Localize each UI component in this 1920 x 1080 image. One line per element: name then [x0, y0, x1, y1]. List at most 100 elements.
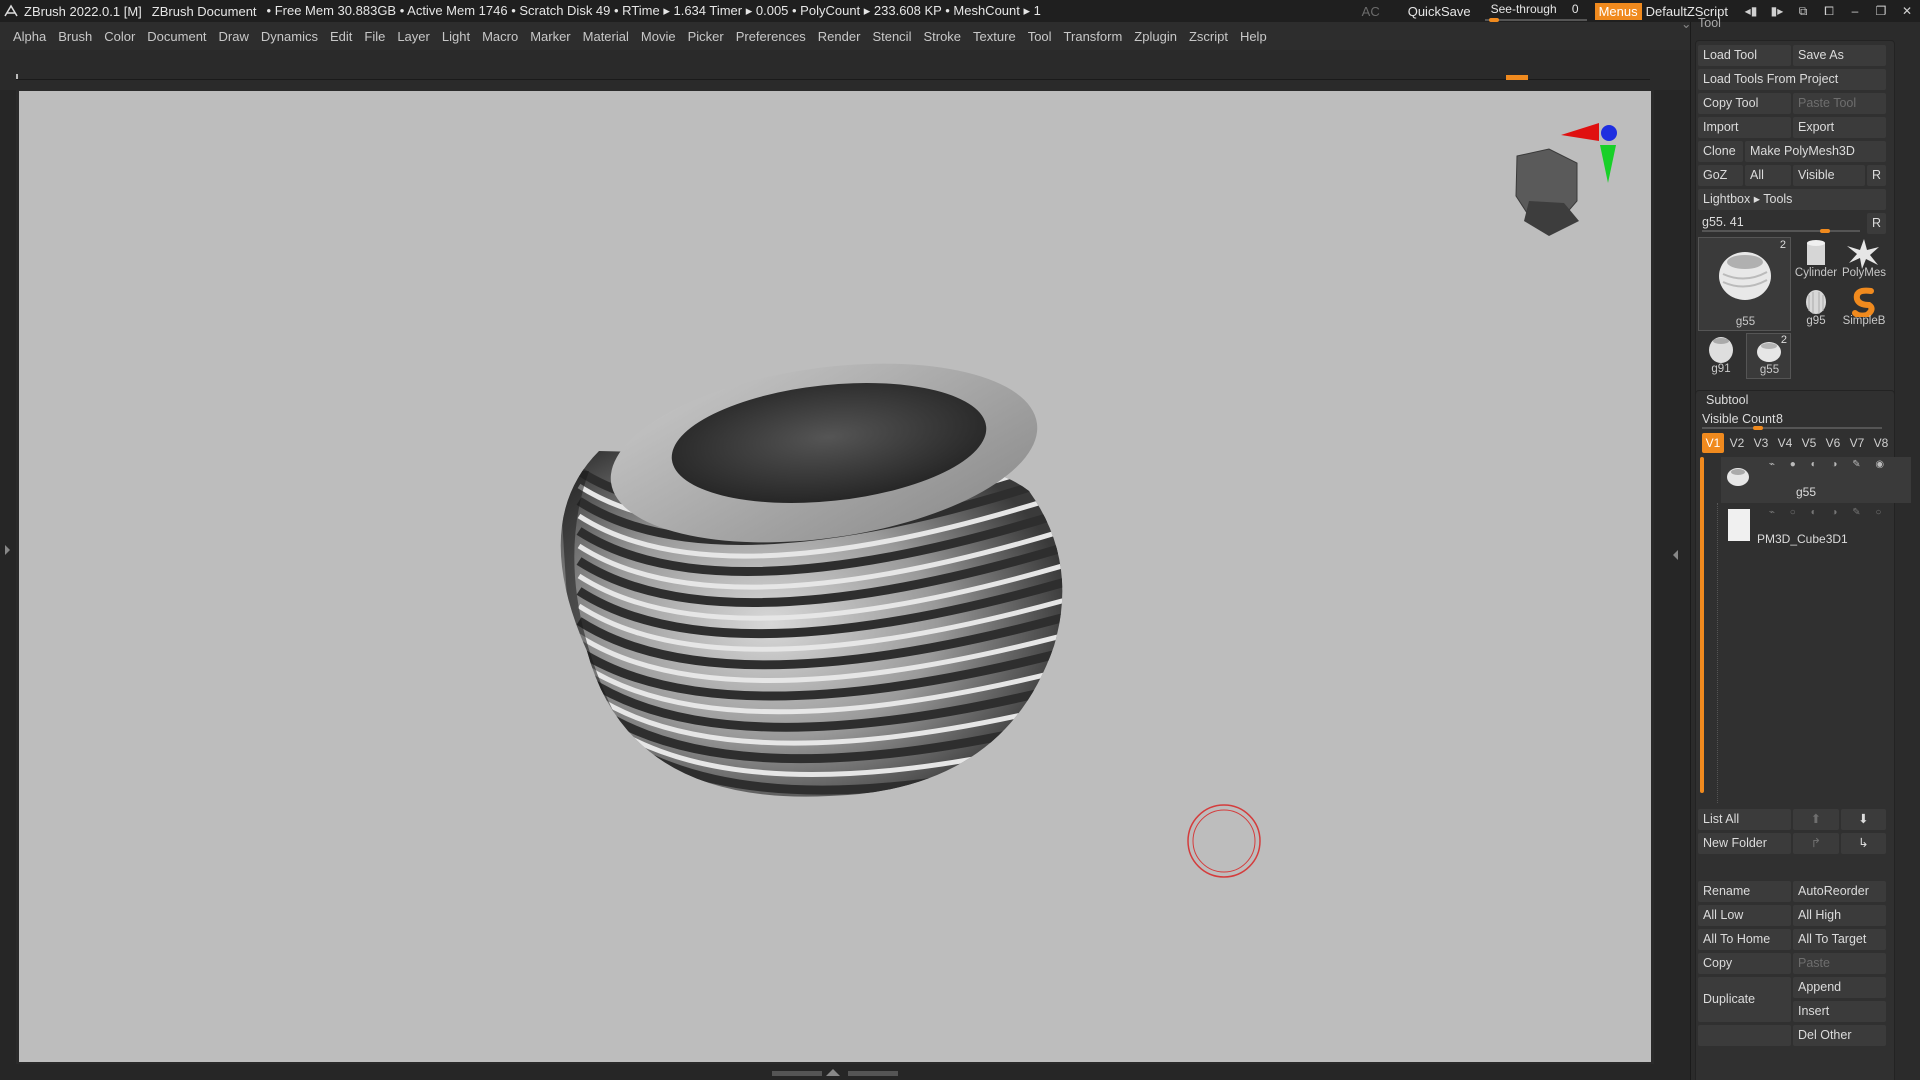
- subtool-settings-icons[interactable]: ⌁ ○ ◐ ◑ ✎ ○: [1769, 507, 1887, 518]
- import-button[interactable]: Import: [1698, 117, 1791, 138]
- tool-thumb-g55-large[interactable]: 2 g55: [1698, 237, 1791, 331]
- left-tray[interactable]: [0, 90, 16, 1080]
- mesh-vase[interactable]: [559, 339, 1069, 797]
- move-out-folder-icon[interactable]: ↱: [1793, 833, 1839, 854]
- subtool-scrollbar[interactable]: [1700, 457, 1704, 793]
- paste-subtool-button[interactable]: Paste: [1793, 953, 1886, 974]
- quicksave-button[interactable]: QuickSave: [1408, 4, 1471, 19]
- current-tool-slider[interactable]: g55. 41: [1698, 213, 1864, 234]
- ui-toggle-icon[interactable]: ⧠: [1816, 0, 1842, 22]
- menus-button[interactable]: Menus: [1594, 2, 1642, 20]
- make-polymesh-button[interactable]: Make PolyMesh3D: [1745, 141, 1886, 162]
- tool-thumb-g95[interactable]: g95: [1793, 285, 1839, 331]
- subtool-row-g55[interactable]: ⌁ ● ◐ ◑ ✎ ◉ g55: [1721, 457, 1911, 503]
- menu-zplugin[interactable]: Zplugin: [1134, 29, 1177, 44]
- shelf-marker[interactable]: [1506, 75, 1528, 80]
- menu-stroke[interactable]: Stroke: [923, 29, 961, 44]
- menu-macro[interactable]: Macro: [482, 29, 518, 44]
- menu-brush[interactable]: Brush: [58, 29, 92, 44]
- menu-layer[interactable]: Layer: [397, 29, 430, 44]
- menu-file[interactable]: File: [364, 29, 385, 44]
- rename-button[interactable]: Rename: [1698, 881, 1791, 902]
- navigation-gizmo[interactable]: [1515, 123, 1617, 236]
- tab-v2[interactable]: V2: [1726, 433, 1748, 453]
- menu-preferences[interactable]: Preferences: [736, 29, 806, 44]
- paste-tool-button[interactable]: Paste Tool: [1793, 93, 1886, 114]
- scroll-left-icon[interactable]: ◂▮: [1738, 0, 1764, 22]
- menu-light[interactable]: Light: [442, 29, 470, 44]
- menu-picker[interactable]: Picker: [688, 29, 724, 44]
- tool-thumb-simpleb[interactable]: SimpleB: [1841, 285, 1887, 331]
- goz-r-button[interactable]: R: [1867, 165, 1886, 186]
- all-low-button[interactable]: All Low: [1698, 905, 1791, 926]
- save-as-button[interactable]: Save As: [1793, 45, 1886, 66]
- menu-color[interactable]: Color: [104, 29, 135, 44]
- all-high-button[interactable]: All High: [1793, 905, 1886, 926]
- menu-transform[interactable]: Transform: [1064, 29, 1123, 44]
- close-icon[interactable]: ✕: [1894, 0, 1920, 22]
- copy-tool-button[interactable]: Copy Tool: [1698, 93, 1791, 114]
- layout-icon[interactable]: ⧉: [1790, 0, 1816, 22]
- all-to-home-button[interactable]: All To Home: [1698, 929, 1791, 950]
- menu-draw[interactable]: Draw: [219, 29, 249, 44]
- move-up-icon[interactable]: ⬆: [1793, 809, 1839, 830]
- tab-v4[interactable]: V4: [1774, 433, 1796, 453]
- goz-button[interactable]: GoZ: [1698, 165, 1743, 186]
- tab-v8[interactable]: V8: [1870, 433, 1892, 453]
- subtool-row-pm3d-cube[interactable]: ⌁ ○ ◐ ◑ ✎ ○ PM3D_Cube3D1: [1721, 505, 1911, 551]
- document-canvas[interactable]: [19, 91, 1651, 1062]
- menu-help[interactable]: Help: [1240, 29, 1267, 44]
- tab-v6[interactable]: V6: [1822, 433, 1844, 453]
- append-button[interactable]: Append: [1793, 977, 1886, 998]
- subtool-header[interactable]: Subtool: [1706, 393, 1748, 407]
- list-all-button[interactable]: List All: [1698, 809, 1791, 830]
- tab-v3[interactable]: V3: [1750, 433, 1772, 453]
- duplicate-button[interactable]: Duplicate: [1698, 977, 1791, 1022]
- ac-toggle[interactable]: AC: [1362, 4, 1380, 19]
- tool-r-button[interactable]: R: [1867, 213, 1886, 234]
- menu-stencil[interactable]: Stencil: [872, 29, 911, 44]
- visible-count-slider[interactable]: Visible Count 8: [1698, 411, 1886, 431]
- menu-movie[interactable]: Movie: [641, 29, 676, 44]
- move-down-icon[interactable]: ⬇: [1841, 809, 1886, 830]
- palette-collapse-icon[interactable]: ⌄: [1681, 16, 1691, 31]
- load-tool-button[interactable]: Load Tool: [1698, 45, 1791, 66]
- tab-v1[interactable]: V1: [1702, 433, 1724, 453]
- menu-tool[interactable]: Tool: [1028, 29, 1052, 44]
- current-tool-knob[interactable]: [1820, 229, 1831, 233]
- subtool-settings-icons[interactable]: ⌁ ● ◐ ◑ ✎ ◉: [1769, 459, 1890, 470]
- copy-subtool-button[interactable]: Copy: [1698, 953, 1791, 974]
- menu-render[interactable]: Render: [818, 29, 861, 44]
- tab-v5[interactable]: V5: [1798, 433, 1820, 453]
- all-to-target-button[interactable]: All To Target: [1793, 929, 1886, 950]
- menu-alpha[interactable]: Alpha: [13, 29, 46, 44]
- menu-marker[interactable]: Marker: [530, 29, 570, 44]
- delete-button[interactable]: [1698, 1025, 1791, 1046]
- see-through-slider[interactable]: See-through 0: [1484, 0, 1587, 22]
- visible-count-knob[interactable]: [1753, 426, 1763, 430]
- load-tools-from-project-button[interactable]: Load Tools From Project: [1698, 69, 1886, 90]
- right-tray[interactable]: [1654, 90, 1690, 1080]
- menu-texture[interactable]: Texture: [973, 29, 1016, 44]
- minimize-icon[interactable]: –: [1842, 0, 1868, 22]
- menu-material[interactable]: Material: [583, 29, 629, 44]
- scroll-right-icon[interactable]: ▮▸: [1764, 0, 1790, 22]
- tool-thumb-polymesh[interactable]: PolyMes: [1841, 237, 1887, 283]
- menu-document[interactable]: Document: [147, 29, 206, 44]
- autoreorder-button[interactable]: AutoReorder: [1793, 881, 1886, 902]
- tool-thumb-cylinder[interactable]: Cylinder: [1793, 237, 1839, 283]
- export-button[interactable]: Export: [1793, 117, 1886, 138]
- lightbox-tools-button[interactable]: Lightbox ▸ Tools: [1698, 189, 1886, 210]
- insert-button[interactable]: Insert: [1793, 1001, 1886, 1022]
- tool-thumb-g91[interactable]: g91: [1698, 333, 1744, 379]
- del-other-button[interactable]: Del Other: [1793, 1025, 1886, 1046]
- goz-all-button[interactable]: All: [1745, 165, 1791, 186]
- move-into-folder-icon[interactable]: ↳: [1841, 833, 1886, 854]
- tab-v7[interactable]: V7: [1846, 433, 1868, 453]
- restore-icon[interactable]: ❐: [1868, 0, 1894, 22]
- goz-visible-button[interactable]: Visible: [1793, 165, 1865, 186]
- new-folder-button[interactable]: New Folder: [1698, 833, 1791, 854]
- menu-zscript[interactable]: Zscript: [1189, 29, 1228, 44]
- menu-dynamics[interactable]: Dynamics: [261, 29, 318, 44]
- clone-button[interactable]: Clone: [1698, 141, 1743, 162]
